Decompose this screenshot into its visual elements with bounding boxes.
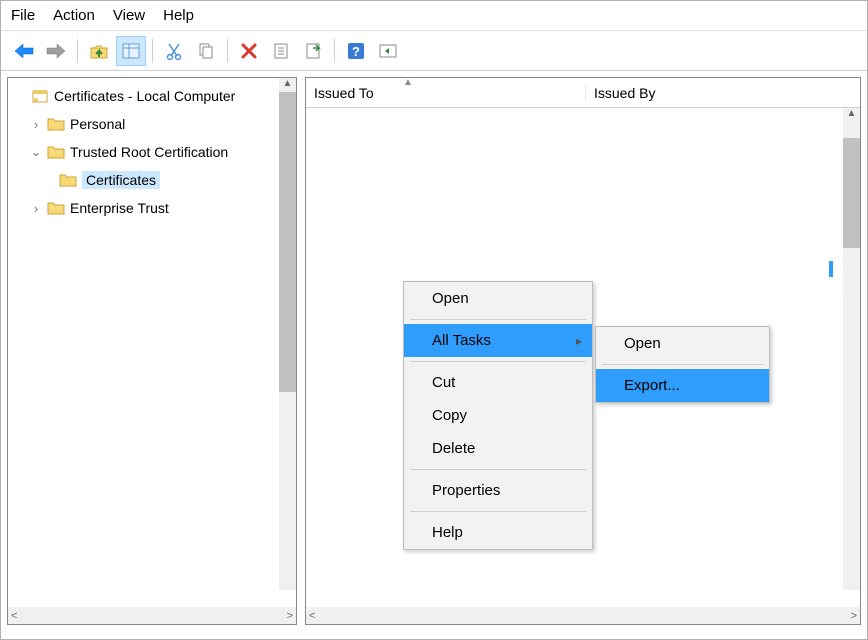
action-pane-button[interactable] — [373, 36, 403, 66]
scroll-left-button[interactable]: < — [309, 610, 315, 622]
ctx-help[interactable]: Help — [404, 516, 592, 549]
svg-text:?: ? — [352, 44, 360, 59]
delete-button[interactable] — [234, 36, 264, 66]
forward-button[interactable] — [41, 36, 71, 66]
chevron-right-icon: › — [28, 201, 44, 216]
scrollbar-thumb[interactable] — [843, 138, 860, 248]
tree-label: Personal — [70, 116, 125, 132]
ctx-open[interactable]: Open — [404, 282, 592, 315]
up-folder-button[interactable] — [84, 36, 114, 66]
toolbar-separator — [77, 39, 78, 63]
folder-icon — [46, 117, 66, 131]
menubar: File Action View Help — [1, 1, 867, 31]
tree-root[interactable]: Certificates - Local Computer — [10, 82, 294, 110]
toolbar-separator — [152, 39, 153, 63]
back-button[interactable] — [9, 36, 39, 66]
tree-pane: Certificates - Local Computer › Personal… — [7, 77, 297, 625]
subctx-open[interactable]: Open — [596, 327, 769, 360]
show-tree-button[interactable] — [116, 36, 146, 66]
tree-label: Trusted Root Certification — [70, 144, 228, 160]
toolbar-separator — [227, 39, 228, 63]
ctx-all-tasks-label: All Tasks — [432, 332, 491, 349]
menu-divider — [602, 364, 763, 365]
list-header: Issued To Issued By ▲ — [306, 78, 860, 108]
export-list-button[interactable] — [298, 36, 328, 66]
submenu-arrow-icon: ▸ — [576, 334, 582, 348]
column-issued-by[interactable]: Issued By — [586, 85, 860, 101]
tree-scrollbar[interactable]: ▲ — [279, 78, 296, 590]
toolbar-separator — [334, 39, 335, 63]
scroll-left-button[interactable]: < — [11, 610, 17, 622]
tree-label: Certificates — [82, 171, 160, 189]
menu-divider — [410, 361, 586, 362]
cert-store-icon — [30, 88, 50, 104]
tree-item-certificates[interactable]: Certificates — [10, 166, 294, 194]
menu-action[interactable]: Action — [53, 7, 95, 24]
cut-button[interactable] — [159, 36, 189, 66]
toolbar: ? — [1, 31, 867, 71]
selection-highlight — [829, 261, 833, 277]
menu-divider — [410, 469, 586, 470]
menu-view[interactable]: View — [113, 7, 145, 24]
sort-indicator-icon: ▲ — [403, 77, 413, 88]
chevron-down-icon: ⌄ — [28, 144, 44, 160]
scroll-right-button[interactable]: > — [851, 610, 857, 622]
ctx-all-tasks[interactable]: All Tasks ▸ — [404, 324, 592, 357]
context-menu: Open All Tasks ▸ Cut Copy Delete Propert… — [403, 281, 593, 550]
ctx-delete[interactable]: Delete — [404, 432, 592, 465]
tree-label: Certificates - Local Computer — [54, 88, 235, 104]
menu-divider — [410, 319, 586, 320]
help-button[interactable]: ? — [341, 36, 371, 66]
folder-icon — [46, 145, 66, 159]
ctx-properties[interactable]: Properties — [404, 474, 592, 507]
list-hscroll[interactable]: < > — [306, 607, 860, 624]
list-scrollbar[interactable]: ▲ — [843, 108, 860, 590]
folder-icon — [58, 173, 78, 187]
ctx-cut[interactable]: Cut — [404, 366, 592, 399]
properties-button[interactable] — [266, 36, 296, 66]
chevron-right-icon: › — [28, 117, 44, 132]
certificates-tree: Certificates - Local Computer › Personal… — [8, 78, 296, 607]
menu-divider — [410, 511, 586, 512]
tree-item-trusted-root[interactable]: ⌄ Trusted Root Certification — [10, 138, 294, 166]
tree-item-enterprise-trust[interactable]: › Enterprise Trust — [10, 194, 294, 222]
subctx-export[interactable]: Export... — [596, 369, 769, 402]
scroll-right-button[interactable]: > — [287, 610, 293, 622]
ctx-copy[interactable]: Copy — [404, 399, 592, 432]
scrollbar-thumb[interactable] — [279, 92, 296, 392]
column-issued-to[interactable]: Issued To — [306, 85, 586, 101]
context-submenu-all-tasks: Open Export... — [595, 326, 770, 403]
folder-icon — [46, 201, 66, 215]
copy-button[interactable] — [191, 36, 221, 66]
tree-label: Enterprise Trust — [70, 200, 169, 216]
menu-file[interactable]: File — [11, 7, 35, 24]
menu-help[interactable]: Help — [163, 7, 194, 24]
tree-item-personal[interactable]: › Personal — [10, 110, 294, 138]
tree-hscroll[interactable]: < > — [8, 607, 296, 624]
